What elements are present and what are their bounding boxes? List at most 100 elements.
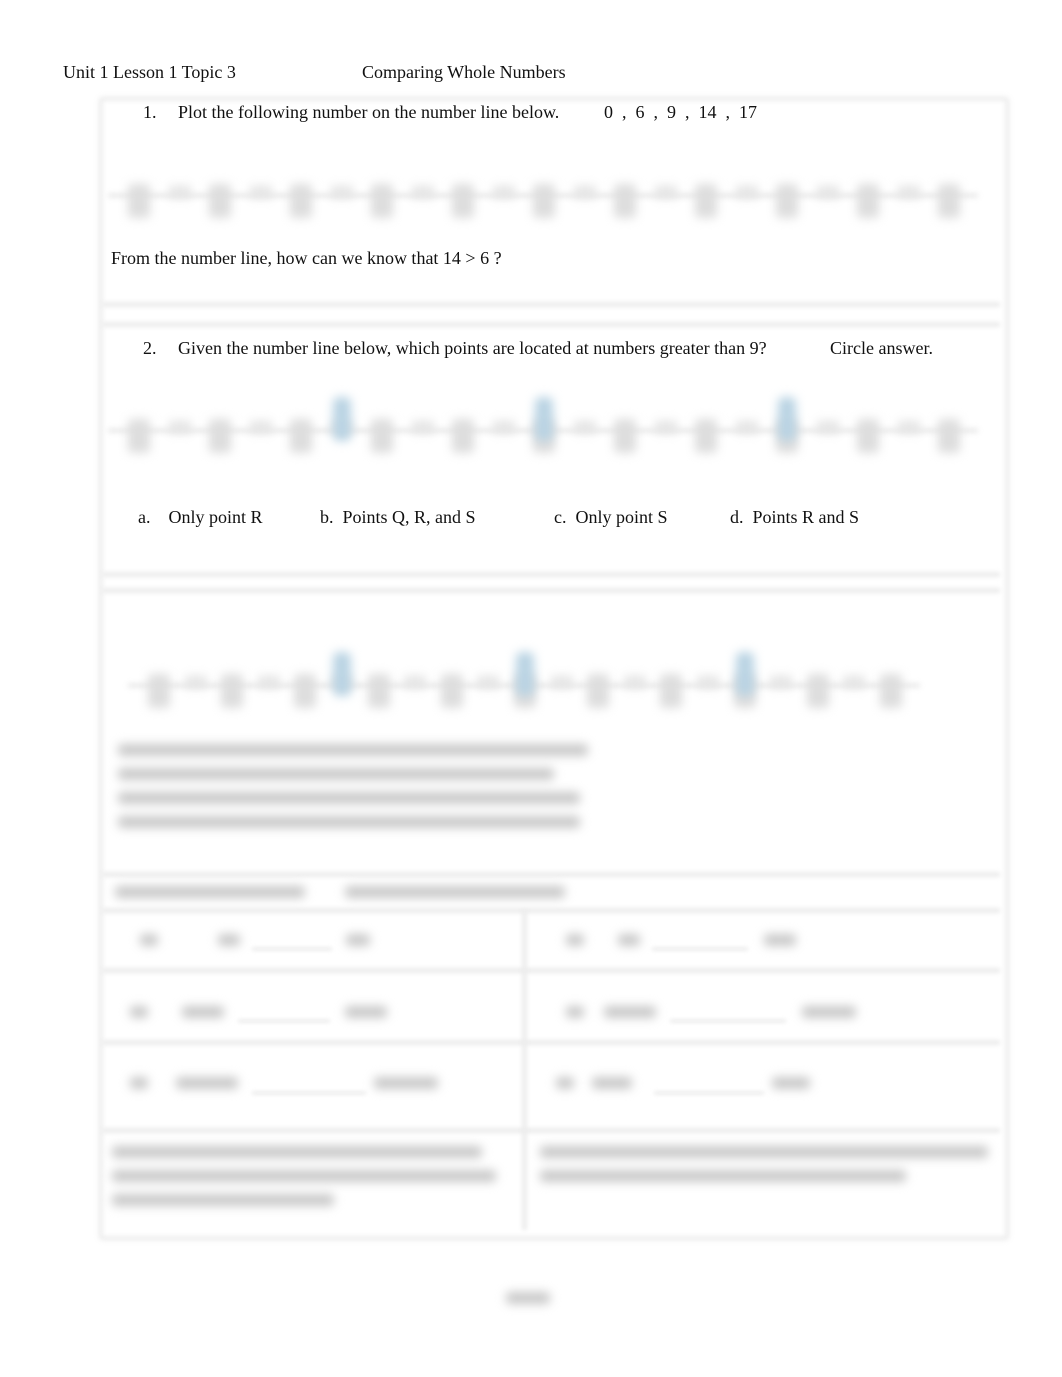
choice-a[interactable]: a. Only point R (138, 507, 263, 528)
number-line-arrow (816, 186, 839, 198)
answer-blank[interactable] (670, 1020, 786, 1022)
number-line-tick (221, 674, 244, 708)
divider (102, 968, 1000, 973)
blurred-num (218, 934, 240, 946)
number-line-arrow (257, 676, 280, 688)
blurred-instruction (115, 886, 305, 898)
blurred-num (764, 934, 796, 946)
blurred-num (182, 1006, 224, 1018)
number-line-q1[interactable] (108, 170, 978, 230)
number-line-arrow (735, 186, 758, 198)
number-line-tick (209, 419, 231, 453)
blurred-word-problem (112, 1194, 334, 1206)
number-line-tick (290, 419, 312, 453)
answer-blank[interactable] (238, 1020, 330, 1022)
choice-c[interactable]: c. Only point S (554, 507, 668, 528)
number-line-arrow (404, 676, 427, 688)
number-line-tick (452, 419, 474, 453)
unit-label: Unit 1 Lesson 1 Topic 3 (63, 62, 236, 82)
q2-instruction: Circle answer. (830, 338, 933, 358)
number-line-point (735, 652, 754, 696)
blurred-choice (118, 816, 580, 828)
number-line-arrow (623, 676, 646, 688)
number-line-tick (857, 419, 879, 453)
number-line-tick (533, 184, 555, 218)
number-line-arrow (697, 676, 719, 688)
answer-blank[interactable] (654, 1092, 764, 1094)
number-line-arrow (816, 421, 839, 433)
number-line-tick (660, 674, 683, 708)
number-line-arrow (654, 421, 677, 433)
blurred-num (592, 1077, 632, 1089)
choice-text: Only point R (168, 507, 263, 527)
number-line-arrow (492, 421, 515, 433)
number-line-tick (880, 674, 902, 708)
divider (102, 572, 1000, 577)
number-line-tick (587, 674, 610, 708)
divider (102, 872, 1000, 877)
number-line-arrow (550, 676, 573, 688)
blurred-num (345, 1006, 387, 1018)
blurred-choice (118, 744, 588, 756)
divider (102, 1128, 1000, 1133)
number-line-point (332, 397, 351, 441)
number-line-tick (294, 674, 317, 708)
divider (102, 302, 1000, 307)
blurred-num (566, 934, 584, 946)
number-line-arrow (249, 186, 272, 198)
number-line-tick (614, 184, 636, 218)
blurred-num (772, 1077, 810, 1089)
blurred-choice (118, 792, 580, 804)
number-line-tick (938, 419, 960, 453)
blurred-page-number (506, 1292, 550, 1304)
page-title: Comparing Whole Numbers (362, 62, 566, 82)
number-line-tick (371, 419, 393, 453)
number-line-arrow (330, 186, 353, 198)
q1-number: 1. (143, 102, 157, 122)
blurred-word-problem (540, 1146, 988, 1158)
blurred-num (802, 1006, 856, 1018)
blurred-choice (118, 768, 554, 780)
blurred-word-problem (112, 1170, 496, 1182)
blurred-word-problem (540, 1170, 906, 1182)
answer-blank[interactable] (252, 1092, 366, 1094)
choice-text: Only point S (575, 507, 668, 527)
number-line-arrow (249, 421, 272, 433)
number-line-arrow (184, 676, 207, 688)
q2-prompt: Given the number line below, which point… (178, 338, 767, 358)
number-line-tick (148, 674, 170, 708)
number-line-tick (938, 184, 960, 218)
blurred-num (140, 934, 158, 946)
answer-blank[interactable] (252, 948, 332, 950)
number-line-arrow (477, 676, 500, 688)
q2-number: 2. (143, 338, 157, 358)
number-line-arrow (770, 676, 793, 688)
divider (102, 322, 1000, 327)
blurred-num (556, 1077, 574, 1089)
choice-letter: a. (138, 507, 151, 527)
blurred-num (374, 1077, 438, 1089)
q1-followup: From the number line, how can we know th… (111, 248, 502, 268)
blurred-word-problem (112, 1146, 482, 1158)
choice-text: Points R and S (752, 507, 860, 527)
blurred-num (130, 1077, 148, 1089)
number-line-arrow (843, 676, 866, 688)
number-line-q3 (128, 652, 920, 720)
number-line-tick (128, 184, 150, 218)
number-line-arrow (654, 186, 677, 198)
blurred-num (566, 1006, 584, 1018)
number-line-tick (367, 674, 390, 708)
answer-blank[interactable] (652, 948, 748, 950)
choice-letter: b. (320, 507, 334, 527)
choice-d[interactable]: d. Points R and S (730, 507, 859, 528)
divider (102, 588, 1000, 593)
number-line-tick (695, 419, 717, 453)
number-line-tick (857, 184, 879, 218)
choice-letter: c. (554, 507, 567, 527)
number-line-arrow (897, 186, 920, 198)
number-line-tick (290, 184, 312, 218)
number-line-point (778, 397, 796, 441)
choice-letter: d. (730, 507, 744, 527)
number-line-arrow (168, 186, 191, 198)
choice-b[interactable]: b. Points Q, R, and S (320, 507, 476, 528)
